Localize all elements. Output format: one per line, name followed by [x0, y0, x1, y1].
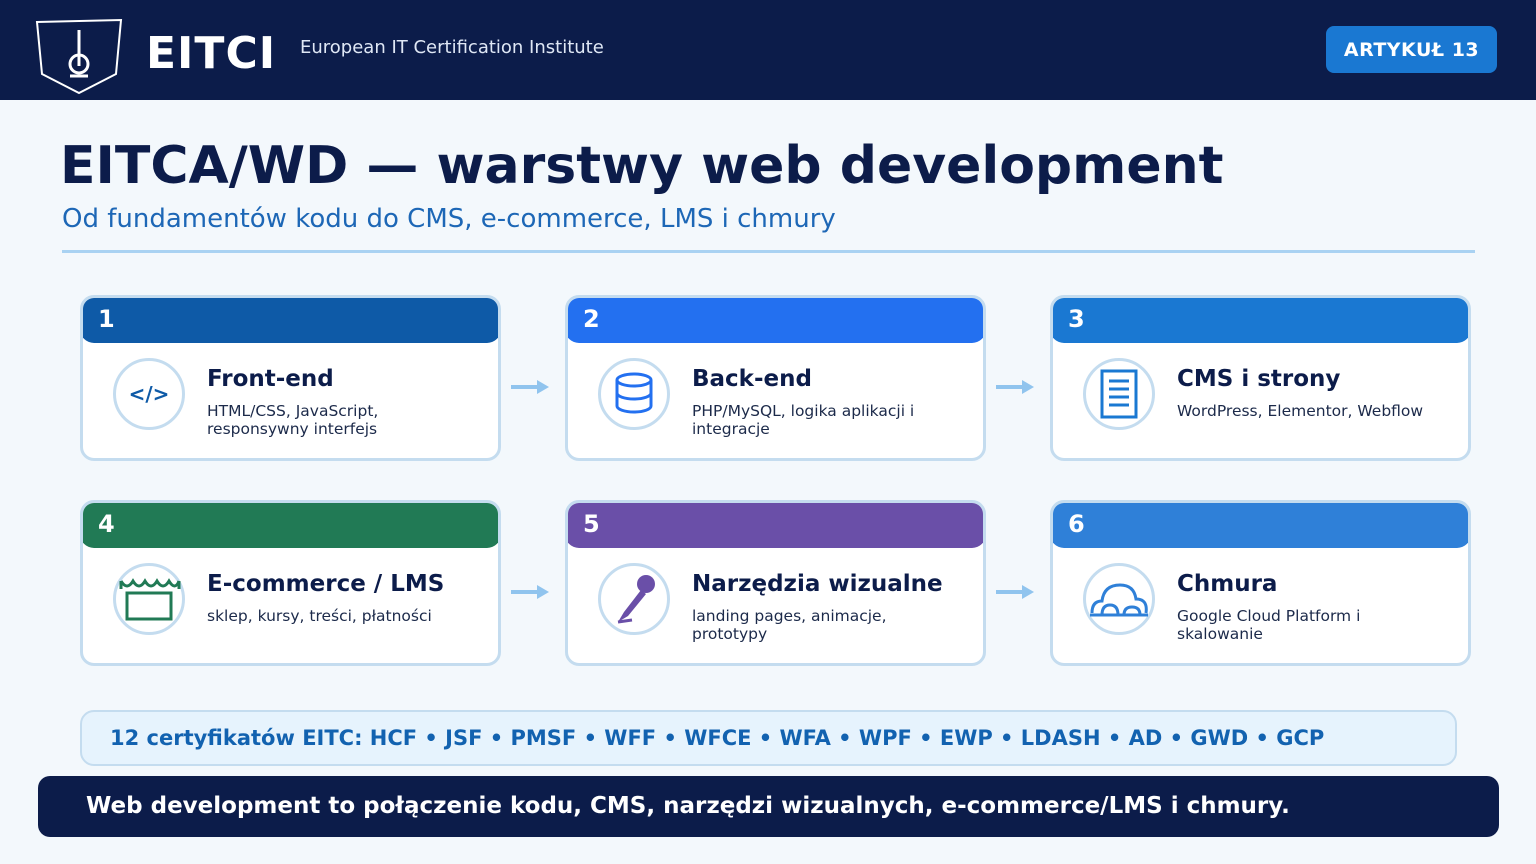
- eitci-shield-logo: [35, 18, 123, 95]
- database-icon: [598, 358, 670, 430]
- card-number: 6: [1068, 510, 1085, 538]
- arrow-right-icon: [511, 585, 549, 599]
- svg-text:</>: </>: [129, 382, 170, 406]
- brand-subtitle: European IT Certification Institute: [300, 37, 604, 58]
- card-description: landing pages, animacje, prototypy: [692, 607, 887, 643]
- card-description: WordPress, Elementor, Webflow: [1177, 402, 1424, 420]
- card-description: Google Cloud Platform i skalowanie: [1177, 607, 1361, 643]
- layer-card-frontend: 1 </> Front-end HTML/CSS, JavaScript, re…: [80, 295, 501, 461]
- card-number-header: 3: [1053, 298, 1468, 343]
- card-title: Front-end: [207, 366, 334, 392]
- card-number-header: 6: [1053, 503, 1468, 548]
- page-title: EITCA/WD — warstwy web development: [60, 136, 1224, 196]
- document-icon: [1083, 358, 1155, 430]
- arrow-right-icon: [511, 380, 549, 394]
- card-title: Chmura: [1177, 571, 1278, 597]
- card-number: 5: [583, 510, 600, 538]
- card-number-header: 5: [568, 503, 983, 548]
- card-title: Back-end: [692, 366, 812, 392]
- arrow-right-icon: [996, 380, 1034, 394]
- article-badge: ARTYKUŁ 13: [1326, 26, 1497, 73]
- card-title: CMS i strony: [1177, 366, 1341, 392]
- cloud-icon: [1083, 563, 1155, 635]
- card-number: 3: [1068, 305, 1085, 333]
- layer-card-visual-tools: 5 Narzędzia wizualne landing pages, anim…: [565, 500, 986, 666]
- brand-name: EITCI: [146, 28, 277, 79]
- header-bar: EITCI European IT Certification Institut…: [0, 0, 1536, 100]
- arrow-right-icon: [996, 585, 1034, 599]
- layer-card-cms: 3 CMS i strony WordPress, Elementor, Web…: [1050, 295, 1471, 461]
- card-number-header: 2: [568, 298, 983, 343]
- card-description: HTML/CSS, JavaScript, responsywny interf…: [207, 402, 379, 438]
- layer-card-cloud: 6 Chmura Google Cloud Platform i skalowa…: [1050, 500, 1471, 666]
- card-title: Narzędzia wizualne: [692, 571, 943, 597]
- card-number-header: 1: [83, 298, 498, 343]
- divider: [62, 250, 1475, 253]
- card-description: sklep, kursy, treści, płatności: [207, 607, 432, 625]
- layer-card-backend: 2 Back-end PHP/MySQL, logika aplikacji i…: [565, 295, 986, 461]
- code-icon: </>: [113, 358, 185, 430]
- card-number: 1: [98, 305, 115, 333]
- page-subtitle: Od fundamentów kodu do CMS, e-commerce, …: [62, 204, 836, 234]
- shop-icon: [113, 563, 185, 635]
- certificates-list: 12 certyfikatów EITC: HCF • JSF • PMSF •…: [80, 710, 1457, 766]
- card-title: E-commerce / LMS: [207, 571, 445, 597]
- card-number-header: 4: [83, 503, 498, 548]
- footer-summary: Web development to połączenie kodu, CMS,…: [38, 776, 1499, 837]
- card-number: 2: [583, 305, 600, 333]
- layer-card-ecommerce: 4 E-commerce / LMS sklep, kursy, treści,…: [80, 500, 501, 666]
- brush-icon: [598, 563, 670, 635]
- card-number: 4: [98, 510, 115, 538]
- card-description: PHP/MySQL, logika aplikacji i integracje: [692, 402, 915, 438]
